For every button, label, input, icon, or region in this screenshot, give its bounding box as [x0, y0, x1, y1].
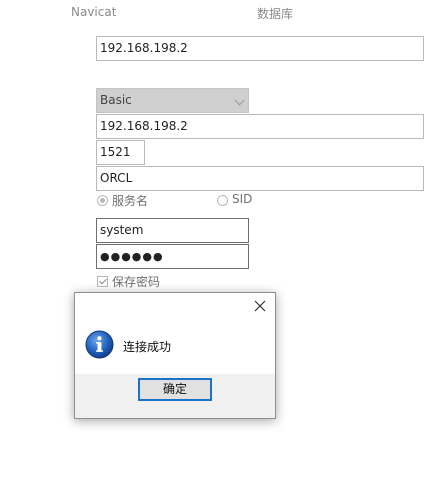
host-top-input[interactable]: 192.168.198.2: [96, 36, 424, 61]
dialog-body: 连接成功: [75, 319, 275, 374]
host-input[interactable]: 192.168.198.2: [96, 114, 424, 139]
chevron-down-icon: [234, 95, 245, 106]
message-dialog: 连接成功 确定: [74, 292, 276, 419]
ok-button[interactable]: 确定: [138, 378, 212, 401]
info-icon: [85, 330, 114, 359]
save-password-checkbox[interactable]: [97, 276, 108, 287]
connection-type-value: Basic: [100, 93, 132, 107]
username-input[interactable]: system: [96, 218, 249, 243]
radio-service-name-label: 服务名: [112, 194, 149, 208]
save-password-label: 保存密码: [112, 275, 161, 289]
close-icon[interactable]: [249, 295, 271, 317]
dialog-message: 连接成功: [123, 340, 172, 354]
radio-sid[interactable]: [217, 195, 228, 206]
password-input[interactable]: ●●●●●●: [96, 244, 249, 269]
radio-sid-label: SID: [232, 192, 253, 206]
port-input[interactable]: 1521: [96, 140, 145, 165]
service-name-input[interactable]: ORCL: [96, 166, 424, 191]
connection-type-select[interactable]: Basic: [96, 88, 249, 113]
tab-database[interactable]: 数据库: [257, 5, 293, 22]
dialog-titlebar[interactable]: [75, 293, 275, 319]
tab-navicat[interactable]: Navicat: [71, 5, 116, 19]
radio-service-name[interactable]: [97, 195, 108, 206]
